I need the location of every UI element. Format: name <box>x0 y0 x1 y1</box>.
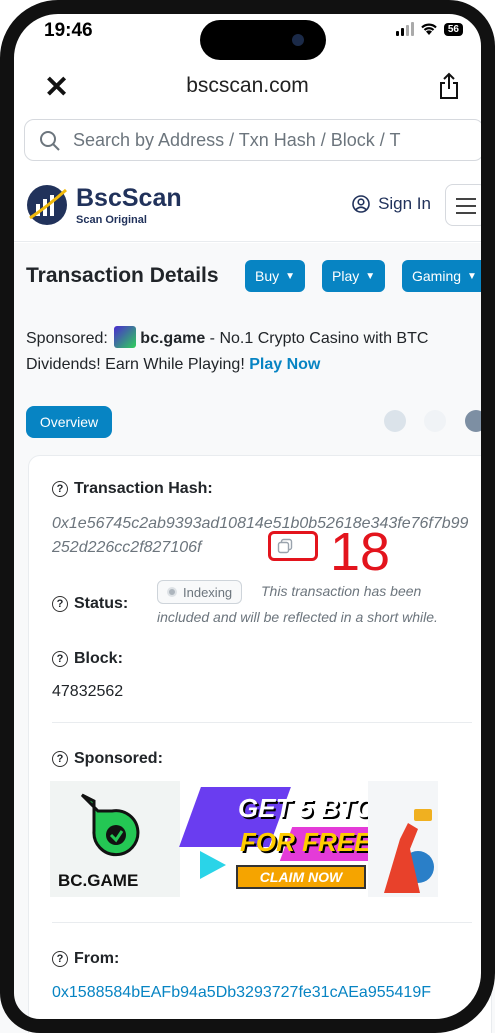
logo-tagline: Scan Original <box>76 214 147 226</box>
page-title: Transaction Details <box>26 264 219 287</box>
signal-icon <box>395 22 414 36</box>
search-input[interactable]: Search by Address / Txn Hash / Block / T <box>24 119 484 161</box>
status-label: ? Status: <box>52 595 128 613</box>
transaction-hash-value: 0x1e56745c2ab9393ad10814e51b0b52618e343f… <box>52 515 469 556</box>
status-note-line1: This transaction has been <box>261 583 422 599</box>
help-icon[interactable]: ? <box>52 481 68 497</box>
buy-dropdown-button[interactable]: Buy ▼ <box>245 260 306 292</box>
share-icon[interactable] <box>437 72 461 100</box>
sign-in-button[interactable]: Sign In <box>352 194 431 214</box>
annotation-highlight-box <box>268 531 318 561</box>
divider <box>52 722 472 723</box>
chevron-down-icon: ▼ <box>365 270 376 282</box>
banner-line1: GET 5 BTC <box>238 793 374 823</box>
buy-label: Buy <box>255 268 280 284</box>
hand-icon <box>384 809 434 893</box>
browser-toolbar: bscscan.com ✕ <box>0 64 495 108</box>
status-bar: 19:46 56 <box>0 0 495 60</box>
status-note-line2: included and will be reflected in a shor… <box>157 609 438 625</box>
help-icon[interactable]: ? <box>52 751 68 767</box>
play-now-link[interactable]: Play Now <box>249 356 320 373</box>
home-indicator <box>175 1020 315 1025</box>
block-label: ? Block: <box>52 650 123 668</box>
carousel-dot[interactable] <box>424 410 446 432</box>
help-icon[interactable]: ? <box>52 651 68 667</box>
play-dropdown-button[interactable]: Play ▼ <box>322 260 386 292</box>
bc-game-logo-icon <box>114 326 137 348</box>
gaming-label: Gaming <box>412 268 462 284</box>
search-placeholder: Search by Address / Txn Hash / Block / T <box>73 130 401 150</box>
indexing-dot-icon <box>167 587 177 597</box>
from-label: ? From: <box>52 950 119 968</box>
divider <box>52 922 472 923</box>
phone-side-button <box>0 300 10 380</box>
sponsor-prefix: Sponsored: <box>26 330 108 347</box>
status-badge: Indexing <box>157 580 243 604</box>
sign-in-label: Sign In <box>378 194 431 213</box>
hamburger-menu-icon[interactable] <box>445 184 487 226</box>
claim-now-button[interactable]: CLAIM NOW <box>236 865 366 889</box>
title-row: Transaction Details Buy ▼ Play ▼ Gaming ▼ <box>0 260 495 296</box>
status-time: 19:46 <box>44 20 93 41</box>
app-screen: 19:46 56 bscscan.com ✕ Search by Address… <box>0 0 495 1033</box>
user-icon <box>352 195 370 213</box>
banner-brand: BC.GAME <box>58 871 139 890</box>
banner-shape <box>200 851 226 879</box>
wifi-icon <box>421 23 437 35</box>
phone-side-button <box>0 215 10 285</box>
bc-game-logo-icon <box>80 793 140 857</box>
url-display[interactable]: bscscan.com <box>0 74 495 98</box>
sponsor-brand[interactable]: bc.game <box>140 330 205 347</box>
logo-name[interactable]: BscScan <box>76 184 182 213</box>
dynamic-island <box>200 20 326 60</box>
chevron-down-icon: ▼ <box>467 270 477 282</box>
site-header: BscScan Scan Original Sign In <box>0 178 495 242</box>
carousel-dot[interactable] <box>384 410 406 432</box>
tab-overview[interactable]: Overview <box>26 406 112 438</box>
phone-side-button <box>0 130 10 170</box>
chevron-down-icon: ▼ <box>285 270 296 282</box>
bscscan-logo-icon[interactable] <box>26 184 68 226</box>
status-icons: 56 <box>395 22 463 36</box>
sponsored-line: Sponsored: bc.game - No.1 Crypto Casino … <box>26 326 465 378</box>
banner-line2: FOR FREE <box>240 827 372 857</box>
close-icon[interactable]: ✕ <box>44 70 69 105</box>
annotation-number: 18 <box>330 522 391 582</box>
play-label: Play <box>332 268 360 284</box>
camera-icon <box>292 34 304 46</box>
carousel-dot-active[interactable] <box>465 410 487 432</box>
help-icon[interactable]: ? <box>52 596 68 612</box>
from-address-link[interactable]: 0x1588584bEAFb94a5Db3293727fe31cAEa95541… <box>52 984 431 1002</box>
ad-banner[interactable]: BC.GAME GET 5 BTC FOR FREE CLAIM NOW <box>50 781 438 897</box>
help-icon[interactable]: ? <box>52 951 68 967</box>
search-icon <box>40 131 60 151</box>
transaction-hash-label: ? Transaction Hash: <box>52 480 213 498</box>
gaming-dropdown-button[interactable]: Gaming ▼ <box>402 260 487 292</box>
battery-indicator: 56 <box>443 22 463 36</box>
block-value[interactable]: 47832562 <box>52 683 123 701</box>
sponsored-label: ? Sponsored: <box>52 750 163 768</box>
